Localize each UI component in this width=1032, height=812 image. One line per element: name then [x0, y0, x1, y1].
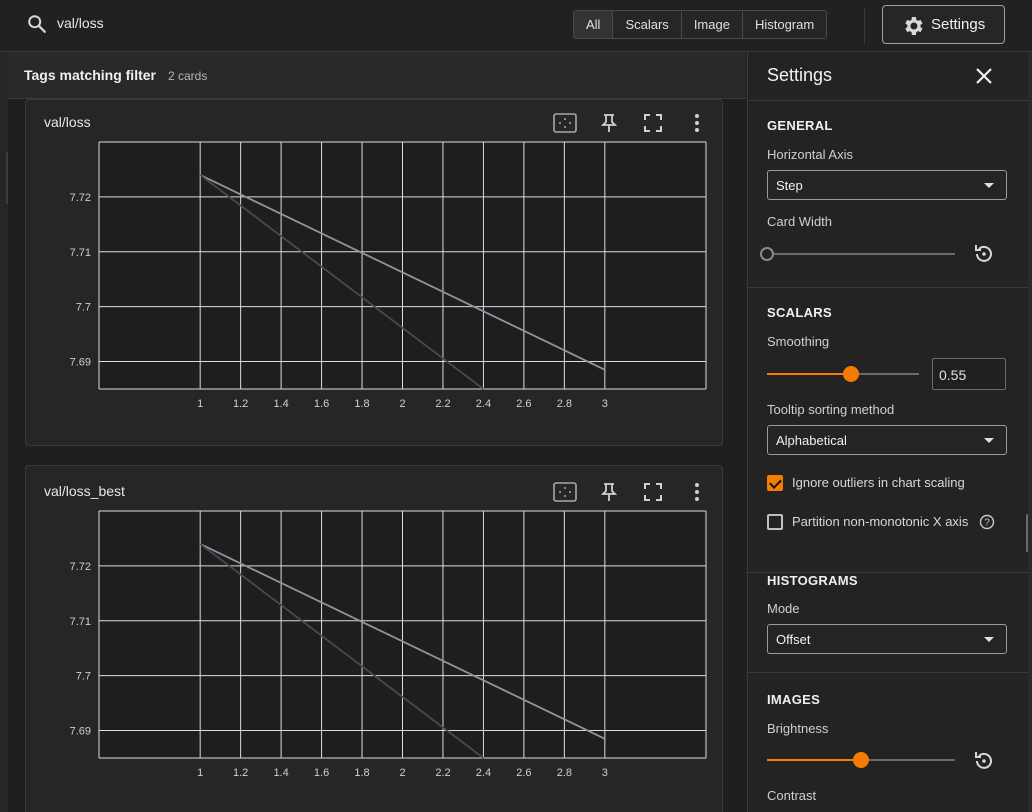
horizontal-axis-value: Step	[776, 178, 803, 193]
partition-label: Partition non-monotonic X axis	[792, 514, 969, 529]
reset-icon[interactable]	[972, 242, 996, 266]
x-tick-label: 2.6	[516, 767, 531, 779]
svg-text:?: ?	[984, 518, 990, 529]
scalar-card: val/loss 1 1.2 1.4 1.6 1.8 2 2.2 2.4 2.6 2.8 3 7.69…	[25, 99, 723, 446]
filter-title: Tags matching filter	[24, 67, 156, 83]
filter-all-button[interactable]: All	[574, 11, 613, 38]
tooltip-sort-select[interactable]: Alphabetical	[767, 425, 1007, 455]
brightness-slider[interactable]	[853, 752, 869, 768]
mode-label: Mode	[767, 601, 800, 616]
x-tick-label: 2.2	[435, 767, 450, 779]
y-tick-label: 7.69	[70, 357, 91, 369]
smoothing-label: Smoothing	[767, 334, 830, 349]
gear-icon	[905, 17, 923, 35]
x-tick-label: 1.6	[314, 767, 329, 779]
scalars-title: SCALARS	[767, 305, 832, 320]
chevron-down-icon	[984, 183, 994, 188]
brightness-fill	[767, 759, 861, 761]
histograms-title: HISTOGRAMS	[767, 573, 858, 588]
card-width-label: Card Width	[767, 214, 833, 229]
y-tick-label: 7.71	[70, 247, 91, 259]
y-tick-label: 7.7	[76, 671, 91, 683]
x-tick-label: 1.2	[233, 767, 248, 779]
general-title: GENERAL	[767, 118, 833, 133]
y-tick-label: 7.7	[76, 302, 91, 314]
ignore-outliers-checkbox[interactable]	[767, 475, 783, 491]
top-bar: val/loss All Scalars Image Histogram Set…	[0, 0, 1032, 52]
images-section: IMAGES Brightness Contrast	[748, 672, 1032, 812]
x-tick-label: 2	[399, 398, 405, 410]
x-tick-label: 1.8	[354, 398, 369, 410]
general-section: GENERAL Horizontal Axis Step Card Width	[748, 100, 1032, 287]
main-content: Tags matching filter 2 cards val/loss 11…	[8, 52, 746, 812]
x-tick-label: 1.2	[233, 398, 248, 410]
x-tick-label: 2.4	[476, 767, 491, 779]
filter-image-button[interactable]: Image	[680, 11, 742, 38]
search-input[interactable]: val/loss	[57, 15, 104, 31]
partition-checkbox[interactable]	[767, 514, 783, 530]
x-tick-label: 2.4	[476, 398, 491, 410]
card-title: val/loss	[44, 114, 91, 130]
ignore-outliers-label: Ignore outliers in chart scaling	[792, 475, 965, 490]
x-tick-label: 2.8	[557, 398, 572, 410]
left-sidebar-strip	[0, 52, 8, 812]
smoothing-fill	[767, 373, 851, 375]
divider	[864, 8, 865, 44]
contrast-label: Contrast	[767, 788, 817, 803]
brightness-label: Brightness	[767, 721, 829, 736]
tooltip-sort-value: Alphabetical	[776, 433, 847, 448]
x-tick-label: 1.4	[273, 398, 288, 410]
y-tick-label: 7.72	[70, 561, 91, 573]
x-tick-label: 2.2	[435, 398, 450, 410]
chevron-down-icon	[984, 637, 994, 642]
x-tick-label: 2.6	[516, 398, 531, 410]
y-tick-label: 7.72	[70, 192, 91, 204]
reset-icon[interactable]	[972, 749, 996, 773]
search-icon	[28, 15, 46, 33]
filter-header: Tags matching filter 2 cards	[8, 52, 746, 99]
card-width-track	[767, 253, 955, 255]
scalar-card: val/loss_best 1 1.2 1.4 1.6 1.8 2 2.2 2.4 2.6 2.8…	[25, 465, 723, 812]
settings-panel: Settings GENERAL Horizontal Axis Step Ca…	[747, 52, 1032, 812]
filter-scalars-button[interactable]: Scalars	[612, 11, 681, 38]
close-icon[interactable]	[974, 66, 994, 86]
histogram-mode-value: Offset	[776, 632, 811, 647]
smoothing-input[interactable]: 0.55	[932, 358, 1006, 390]
settings-title: Settings	[767, 65, 833, 85]
line-chart[interactable]: 1 1.2 1.4 1.6 1.8 2 2.2 2.4 2.6 2.8 3 7.69 7.7 7.71 7.…	[26, 132, 723, 422]
x-tick-label: 1.4	[273, 767, 288, 779]
type-filter-toggle: All Scalars Image Histogram	[573, 10, 828, 39]
x-tick-label: 3	[602, 767, 608, 779]
smoothing-value: 0.55	[939, 367, 967, 383]
smoothing-slider[interactable]	[843, 366, 859, 382]
settings-button[interactable]: Settings	[882, 5, 1005, 44]
chevron-down-icon	[984, 438, 994, 443]
filter-count: 2 cards	[168, 69, 208, 83]
help-icon[interactable]: ?	[979, 514, 995, 530]
x-tick-label: 1.8	[354, 767, 369, 779]
settings-header: Settings	[748, 52, 1032, 100]
images-title: IMAGES	[767, 692, 821, 707]
x-tick-label: 3	[602, 398, 608, 410]
line-chart[interactable]: 1 1.2 1.4 1.6 1.8 2 2.2 2.4 2.6 2.8 3 7.69 7.7 7.71 7.…	[26, 501, 723, 801]
x-tick-label: 1.6	[314, 398, 329, 410]
x-tick-label: 1	[197, 767, 203, 779]
settings-button-label: Settings	[931, 16, 986, 33]
page-scrollbar[interactable]	[1028, 52, 1032, 812]
tooltip-sort-label: Tooltip sorting method	[767, 402, 895, 417]
scalars-section: SCALARS Smoothing 0.55 Tooltip sorting m…	[748, 287, 1032, 572]
y-tick-label: 7.69	[70, 726, 91, 738]
card-width-slider[interactable]	[760, 247, 774, 261]
histogram-mode-select[interactable]: Offset	[767, 624, 1007, 654]
y-tick-label: 7.71	[70, 616, 91, 628]
x-tick-label: 2.8	[557, 767, 572, 779]
filter-histogram-button[interactable]: Histogram	[741, 11, 827, 38]
x-tick-label: 2	[399, 767, 405, 779]
horizontal-axis-select[interactable]: Step	[767, 170, 1007, 200]
horizontal-axis-label: Horizontal Axis	[767, 147, 853, 162]
histograms-section: HISTOGRAMS Mode Offset	[748, 572, 1032, 672]
x-tick-label: 1	[197, 398, 203, 410]
card-title: val/loss_best	[44, 483, 125, 499]
